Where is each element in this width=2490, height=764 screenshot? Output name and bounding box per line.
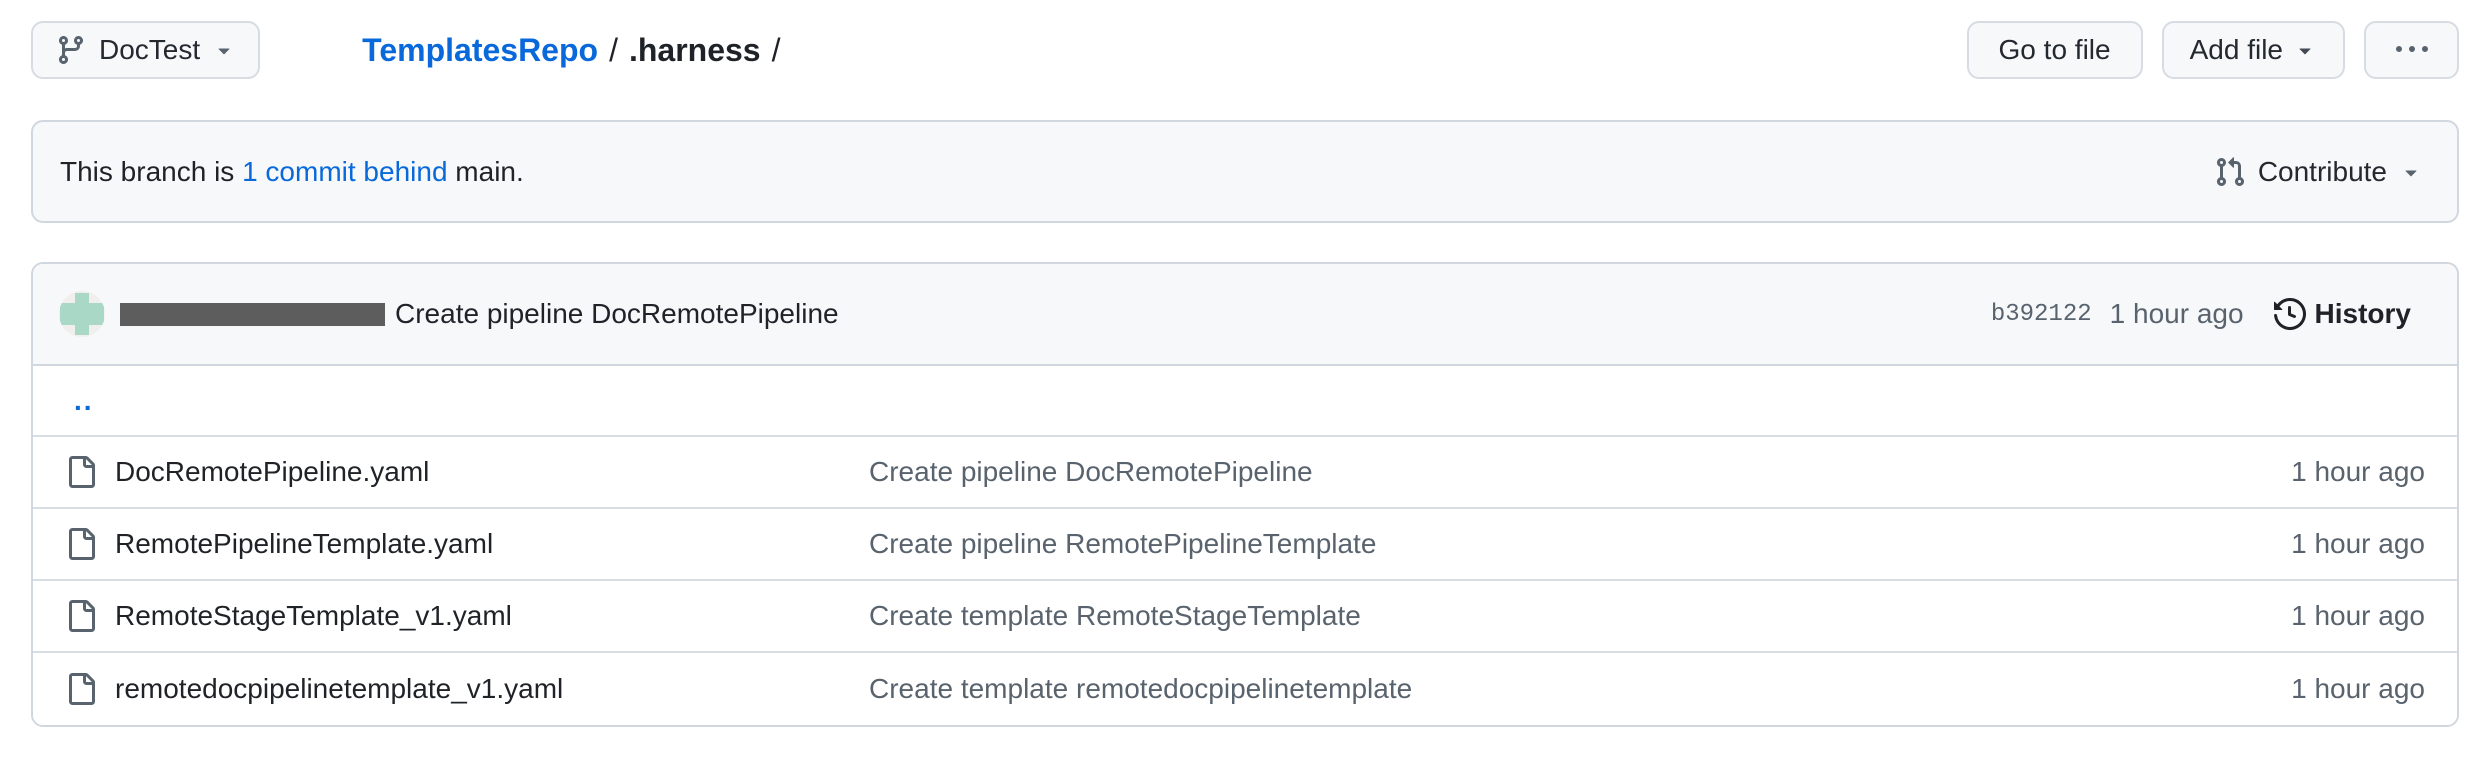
commit-hash-link[interactable]: b392122 [1991,301,2092,328]
git-branch-icon [55,34,87,66]
branch-status-text: This branch is 1 commit behind main. [60,156,524,188]
chevron-down-icon [2293,38,2317,62]
file-commit-message-link[interactable]: Create pipeline DocRemotePipeline [869,456,2291,488]
breadcrumb: TemplatesRepo / .harness / [362,32,791,69]
add-file-button[interactable]: Add file [2162,21,2345,79]
file-name-cell: remotedocpipelinetemplate_v1.yaml [65,673,869,705]
parent-directory-link[interactable]: .. [74,385,94,417]
file-commit-message-link[interactable]: Create pipeline RemotePipelineTemplate [869,528,2291,560]
file-name-link[interactable]: remotedocpipelinetemplate_v1.yaml [115,673,563,705]
redacted-username [120,303,385,326]
commits-behind-link[interactable]: 1 commit behind [242,156,447,187]
file-name-cell: RemotePipelineTemplate.yaml [65,528,869,560]
repo-file-browser: DocTest TemplatesRepo / .harness / Go to… [0,0,2490,727]
breadcrumb-repo-link[interactable]: TemplatesRepo [362,32,598,69]
table-row[interactable]: remotedocpipelinetemplate_v1.yaml Create… [33,653,2457,725]
file-commit-time: 1 hour ago [2291,600,2425,632]
avatar[interactable] [59,291,105,337]
go-to-file-button[interactable]: Go to file [1967,21,2143,79]
file-name-cell: DocRemotePipeline.yaml [65,456,869,488]
file-icon [65,456,97,488]
chevron-down-icon [2399,160,2423,184]
repo-header-actions: Go to file Add file [1967,21,2459,79]
history-label: History [2315,298,2411,330]
history-button[interactable]: History [2274,298,2411,330]
file-commit-message-link[interactable]: Create template RemoteStageTemplate [869,600,2291,632]
file-icon [65,528,97,560]
file-commit-message-link[interactable]: Create template remotedocpipelinetemplat… [869,673,2291,705]
breadcrumb-current-dir: .harness [629,32,761,69]
breadcrumb-trailing-separator: / [761,32,792,69]
file-icon [65,673,97,705]
kebab-horizontal-icon [2396,34,2428,66]
chevron-down-icon [212,38,236,62]
more-options-button[interactable] [2364,21,2459,79]
branch-name-label: DocTest [99,34,200,66]
file-table: Create pipeline DocRemotePipeline b39212… [31,262,2459,727]
latest-commit-row: Create pipeline DocRemotePipeline b39212… [33,264,2457,366]
branch-selector-button[interactable]: DocTest [31,21,260,79]
file-name-cell: RemoteStageTemplate_v1.yaml [65,600,869,632]
branch-status-banner: This branch is 1 commit behind main. Con… [31,120,2459,223]
file-icon [65,600,97,632]
contribute-label: Contribute [2258,156,2387,188]
file-commit-time: 1 hour ago [2291,456,2425,488]
repo-header-bar: DocTest TemplatesRepo / .harness / Go to… [31,20,2459,80]
table-row[interactable]: DocRemotePipeline.yaml Create pipeline D… [33,437,2457,509]
git-pull-request-icon [2214,156,2246,188]
file-commit-time: 1 hour ago [2291,673,2425,705]
file-name-link[interactable]: DocRemotePipeline.yaml [115,456,429,488]
table-row[interactable]: RemoteStageTemplate_v1.yaml Create templ… [33,581,2457,653]
latest-commit-message-link[interactable]: Create pipeline DocRemotePipeline [395,298,839,330]
table-row[interactable]: RemotePipelineTemplate.yaml Create pipel… [33,509,2457,581]
commit-time: 1 hour ago [2110,298,2244,330]
history-icon [2274,298,2306,330]
latest-commit-meta: b392122 1 hour ago History [1991,298,2411,330]
file-name-link[interactable]: RemoteStageTemplate_v1.yaml [115,600,512,632]
file-name-link[interactable]: RemotePipelineTemplate.yaml [115,528,493,560]
breadcrumb-separator: / [598,32,629,69]
file-commit-time: 1 hour ago [2291,528,2425,560]
parent-directory-row[interactable]: .. [33,366,2457,437]
contribute-button[interactable]: Contribute [2214,156,2423,188]
add-file-label: Add file [2190,34,2283,66]
